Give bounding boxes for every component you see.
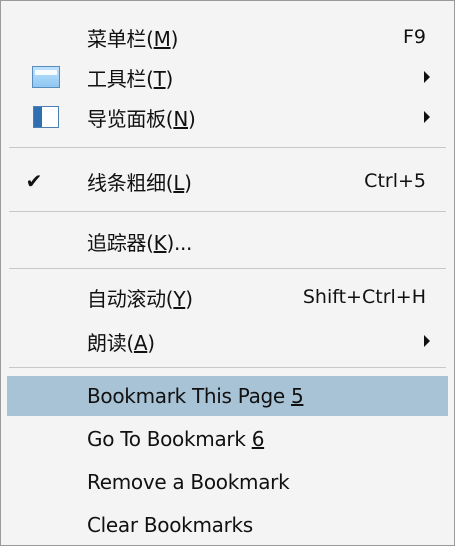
menu-item-label: Go To Bookmark 6 (87, 427, 265, 451)
menu-separator (9, 268, 446, 269)
menu-item-clear-bookmarks[interactable]: Clear Bookmarks (7, 505, 448, 545)
menu-item-shortcut: Shift+Ctrl+H (302, 286, 426, 308)
menu-item-gutter (7, 321, 75, 361)
submenu-arrow-icon (424, 335, 430, 347)
menu-item-gutter (7, 376, 75, 416)
menu-item-label: Bookmark This Page 5 (87, 384, 304, 408)
menu-item-label: 导览面板(N) (87, 106, 196, 131)
checkmark-icon: ✔ (25, 169, 43, 193)
context-menu: 菜单栏(M) F9 工具栏(T) 导览面板(N) ✔ 线条粗细(L) Ctrl+… (0, 0, 455, 546)
menu-item-auto-scroll[interactable]: 自动滚动(Y) Shift+Ctrl+H (7, 277, 448, 317)
menu-item-label: 菜单栏(M) (87, 26, 179, 51)
menu-item-gutter: ✔ (7, 161, 75, 201)
menu-item-gutter (7, 221, 75, 261)
menu-item-gutter (7, 97, 75, 137)
menu-item-tracker[interactable]: 追踪器(K)... (7, 221, 448, 261)
menu-item-label: Remove a Bookmark (87, 470, 290, 494)
menu-item-read-aloud[interactable]: 朗读(A) (7, 321, 448, 361)
menu-item-shortcut: Ctrl+5 (364, 170, 426, 192)
menu-separator (9, 211, 446, 212)
menu-item-label: Clear Bookmarks (87, 513, 253, 537)
submenu-arrow-icon (424, 111, 430, 123)
menu-item-line-weights[interactable]: ✔ 线条粗细(L) Ctrl+5 (7, 161, 448, 201)
menu-item-bookmark-this-page[interactable]: Bookmark This Page 5 (7, 376, 448, 416)
navigation-panel-icon (33, 106, 59, 128)
menu-item-menubar[interactable]: 菜单栏(M) F9 (7, 17, 448, 57)
menu-item-shortcut: F9 (402, 26, 426, 48)
menu-item-label: 工具栏(T) (87, 66, 174, 91)
menu-item-label: 线条粗细(L) (87, 170, 192, 195)
menu-item-gutter (7, 505, 75, 545)
menu-item-label: 朗读(A) (87, 330, 155, 355)
menu-item-gutter (7, 419, 75, 459)
menu-item-remove-bookmark[interactable]: Remove a Bookmark (7, 462, 448, 502)
menu-separator (9, 367, 446, 368)
toolbar-icon (32, 66, 60, 88)
menu-item-gutter (7, 17, 75, 57)
menu-item-go-to-bookmark[interactable]: Go To Bookmark 6 (7, 419, 448, 459)
menu-separator (9, 147, 446, 148)
menu-item-gutter (7, 277, 75, 317)
menu-item-gutter (7, 57, 75, 97)
menu-item-label: 自动滚动(Y) (87, 286, 193, 311)
menu-item-gutter (7, 462, 75, 502)
menu-item-toolbar[interactable]: 工具栏(T) (7, 57, 448, 97)
menu-item-navigation-panel[interactable]: 导览面板(N) (7, 97, 448, 137)
menu-item-label: 追踪器(K)... (87, 230, 193, 255)
submenu-arrow-icon (424, 71, 430, 83)
